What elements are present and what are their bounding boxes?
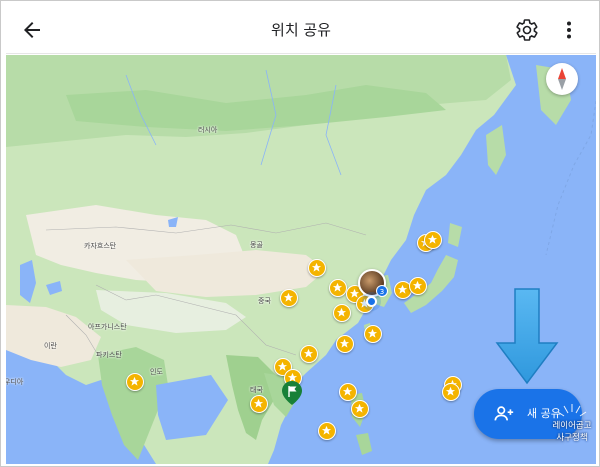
label-russia: 러시아 (198, 126, 218, 134)
label-pakistan: 파키스탄 (96, 351, 122, 359)
starred-place-pin[interactable] (333, 304, 351, 322)
label-mongolia: 몽골 (250, 241, 263, 249)
starred-place-pin[interactable] (364, 325, 382, 343)
starred-place-pin[interactable] (250, 395, 268, 413)
top-app-bar: 위치 공유 (6, 6, 596, 54)
starred-place-pin[interactable] (351, 400, 369, 418)
compass-icon[interactable] (546, 63, 578, 95)
starred-place-pin[interactable] (424, 231, 442, 249)
starred-place-pin[interactable] (308, 259, 326, 277)
my-location-dot (366, 296, 377, 307)
label-kazakhstan: 카자흐스탄 (84, 242, 117, 250)
starred-place-pin[interactable] (126, 373, 144, 391)
page-title: 위치 공유 (271, 21, 331, 39)
label-thailand: 태국 (250, 386, 263, 394)
label-saudi: 우디아 (6, 378, 24, 386)
flag-marker-icon[interactable] (282, 381, 302, 405)
starred-place-pin[interactable] (300, 345, 318, 363)
more-vertical-icon[interactable] (557, 18, 581, 42)
watermark-line-1: 레이어곱고 (552, 421, 592, 431)
starred-place-pin[interactable] (409, 277, 427, 295)
watermark: 레이어곱고 사구정책 (546, 400, 596, 450)
watermark-line-2: 사구정책 (556, 433, 588, 443)
label-iran: 이란 (44, 342, 57, 350)
avatar-count-badge: 3 (376, 285, 388, 297)
map-view[interactable]: 러시아 카자흐스탄 몽골 중국 아프가니스탄 이란 파키스탄 우디아 인도 태국 (6, 55, 596, 464)
label-afghanistan: 아프가니스탄 (88, 323, 127, 331)
gear-icon[interactable] (515, 18, 539, 42)
starred-place-pin[interactable] (339, 383, 357, 401)
arrow-down-icon (494, 287, 560, 385)
starred-place-pin[interactable] (329, 279, 347, 297)
starred-place-pin[interactable] (442, 383, 460, 401)
label-india: 인도 (150, 368, 163, 376)
starred-place-pin[interactable] (318, 422, 336, 440)
starred-place-pin[interactable] (336, 335, 354, 353)
person-add-icon (493, 403, 515, 425)
label-china: 중국 (258, 297, 271, 305)
starred-place-pin[interactable] (280, 289, 298, 307)
screen-frame: 위치 공유 러시아 카자흐스탄 몽골 중국 아프가니스탄 이란 파키스탄 우디아… (0, 0, 600, 467)
